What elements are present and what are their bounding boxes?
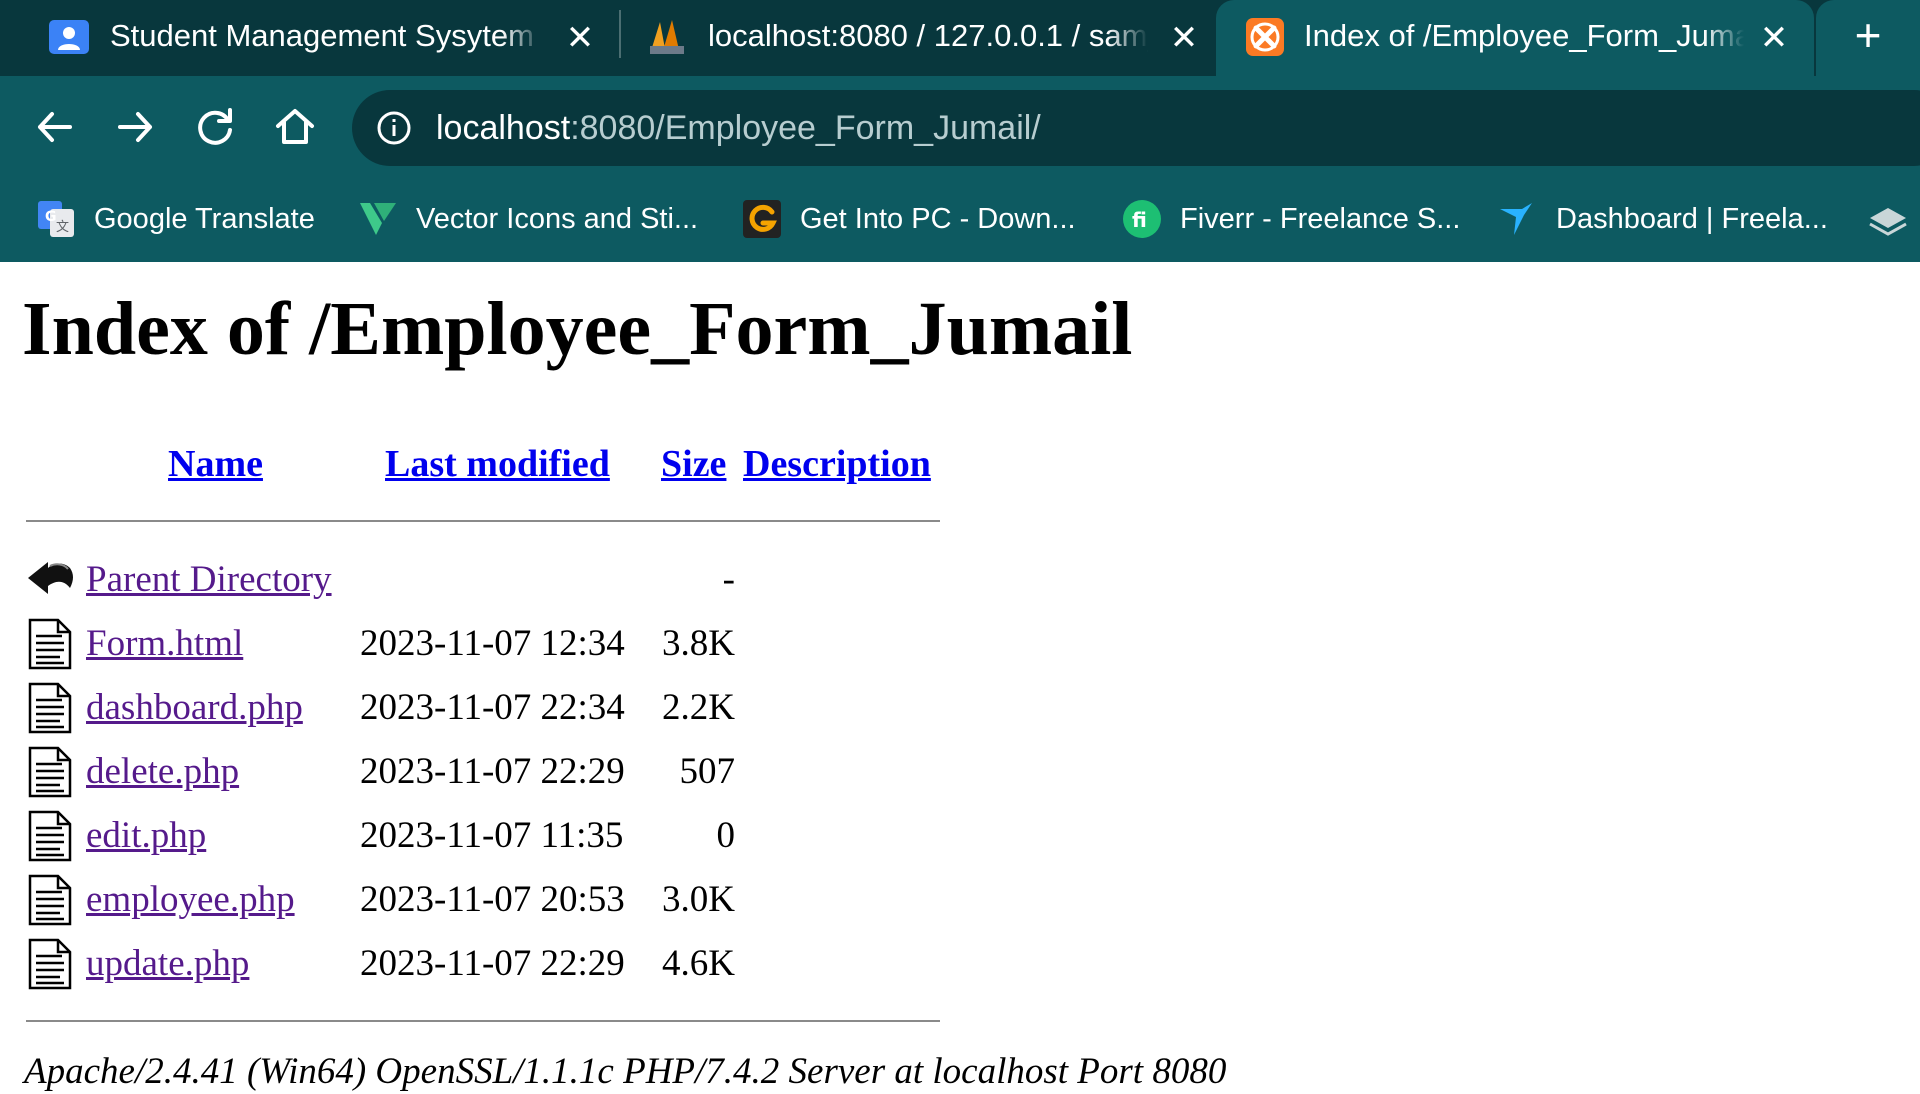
directory-listing-page: Index of /Employee_Form_Jumail Name Last… xyxy=(0,262,1920,1092)
bookmark-vector-icons[interactable]: Vector Icons and Sti... xyxy=(358,196,698,242)
sort-by-last-modified-link[interactable]: Last modified xyxy=(385,442,610,486)
tab-phpmyadmin[interactable]: localhost:8080 / 127.0.0.1 / sam_ ✕ xyxy=(622,0,1214,76)
file-modified: 2023-11-07 12:34 xyxy=(360,623,625,664)
server-signature: Apache/2.4.41 (Win64) OpenSSL/1.1.1c PHP… xyxy=(24,1051,1227,1092)
back-folder-icon xyxy=(28,562,73,594)
tab-index-employee-form[interactable]: Index of /Employee_Form_Jumail ✕ xyxy=(1216,0,1814,76)
bookmarks-overflow-icon[interactable] xyxy=(1866,198,1910,242)
freelancer-icon xyxy=(1500,203,1532,235)
new-tab-button[interactable]: + xyxy=(1816,0,1920,76)
bookmarks-bar: G 文 Google Translate Vector Icons and St… xyxy=(0,176,1920,262)
bookmark-label: Google Translate xyxy=(94,202,315,235)
file-size: 3.8K xyxy=(662,623,735,664)
bookmark-label: Get Into PC - Down... xyxy=(800,202,1076,235)
file-modified: 2023-11-07 11:35 xyxy=(360,815,624,856)
student-app-icon xyxy=(49,20,89,54)
info-icon[interactable] xyxy=(376,110,412,146)
bookmark-google-translate[interactable]: G 文 Google Translate xyxy=(36,196,315,242)
file-modified: 2023-11-07 22:34 xyxy=(360,687,625,728)
reload-icon[interactable] xyxy=(188,100,242,154)
url-text[interactable]: localhost:8080/Employee_Form_Jumail/ xyxy=(436,108,1041,148)
text-file-icon xyxy=(28,874,72,926)
tab-student-management[interactable]: Student Management Sysytem - ✕ xyxy=(0,0,614,76)
file-link[interactable]: dashboard.php xyxy=(86,686,303,730)
file-size: 3.0K xyxy=(662,879,735,920)
tab-title: Student Management Sysytem - xyxy=(110,14,542,58)
phpmyadmin-icon xyxy=(650,20,684,54)
sort-by-size-link[interactable]: Size xyxy=(661,442,726,486)
bookmark-label: Fiverr - Freelance S... xyxy=(1180,202,1461,235)
browser-chrome: Student Management Sysytem - ✕ localhost… xyxy=(0,0,1920,262)
list-item: Form.html 2023-11-07 12:34 3.8K xyxy=(0,614,1000,674)
file-modified: 2023-11-07 20:53 xyxy=(360,879,625,920)
svg-text:G: G xyxy=(45,209,57,225)
getintopc-icon xyxy=(743,200,781,238)
file-modified: 2023-11-07 22:29 xyxy=(360,943,625,984)
file-size: 507 xyxy=(679,751,736,792)
file-size: 2.2K xyxy=(662,687,735,728)
url-path: :8080/Employee_Form_Jumail/ xyxy=(570,109,1041,147)
file-link[interactable]: Form.html xyxy=(86,622,243,666)
file-size: 0 xyxy=(716,815,736,856)
divider xyxy=(26,520,940,522)
bookmark-label: Dashboard | Freela... xyxy=(1556,202,1828,235)
list-item: Parent Directory - xyxy=(0,550,1000,610)
tab-title: localhost:8080 / 127.0.0.1 / sam_ xyxy=(708,14,1148,58)
file-link[interactable]: delete.php xyxy=(86,750,239,794)
text-file-icon xyxy=(28,810,72,862)
forward-arrow-icon[interactable] xyxy=(108,100,162,154)
svg-text:文: 文 xyxy=(56,220,69,235)
vector-icons-icon xyxy=(360,203,396,235)
text-file-icon xyxy=(28,746,72,798)
file-size: - xyxy=(722,559,735,600)
list-item: dashboard.php 2023-11-07 22:34 2.2K xyxy=(0,678,1000,738)
file-modified: 2023-11-07 22:29 xyxy=(360,751,625,792)
divider xyxy=(26,1020,940,1022)
tab-separator xyxy=(619,10,621,58)
bookmark-getintopc[interactable]: Get Into PC - Down... xyxy=(742,196,1076,242)
file-link[interactable]: employee.php xyxy=(86,878,295,922)
file-link[interactable]: Parent Directory xyxy=(86,558,332,602)
close-icon[interactable]: ✕ xyxy=(560,18,600,58)
xampp-icon xyxy=(1246,18,1284,56)
page-title: Index of /Employee_Form_Jumail xyxy=(22,287,1133,371)
text-file-icon xyxy=(28,682,72,734)
file-size: 4.6K xyxy=(662,943,735,984)
file-link[interactable]: update.php xyxy=(86,942,249,986)
google-translate-icon: G 文 xyxy=(38,201,74,237)
tab-title: Index of /Employee_Form_Jumail xyxy=(1304,14,1744,58)
tab-strip: Student Management Sysytem - ✕ localhost… xyxy=(0,0,1920,76)
list-item: delete.php 2023-11-07 22:29 507 xyxy=(0,742,1000,802)
list-item: update.php 2023-11-07 22:29 4.6K xyxy=(0,934,1000,994)
sort-by-description-link[interactable]: Description xyxy=(743,442,931,486)
address-bar[interactable]: localhost:8080/Employee_Form_Jumail/ xyxy=(352,90,1920,166)
home-icon[interactable] xyxy=(268,100,322,154)
list-item: employee.php 2023-11-07 20:53 3.0K xyxy=(0,870,1000,930)
sort-by-name-link[interactable]: Name xyxy=(168,442,263,486)
fiverr-icon: fi xyxy=(1123,200,1161,238)
list-item: edit.php 2023-11-07 11:35 0 xyxy=(0,806,1000,866)
bookmark-freelancer[interactable]: Dashboard | Freela... xyxy=(1498,196,1828,242)
back-arrow-icon[interactable] xyxy=(28,100,82,154)
bookmark-label: Vector Icons and Sti... xyxy=(416,202,699,235)
url-host: localhost xyxy=(436,109,571,147)
text-file-icon xyxy=(28,938,72,990)
file-link[interactable]: edit.php xyxy=(86,814,206,858)
browser-toolbar: localhost:8080/Employee_Form_Jumail/ xyxy=(0,76,1920,176)
close-icon[interactable]: ✕ xyxy=(1164,18,1204,58)
bookmark-fiverr[interactable]: fi Fiverr - Freelance S... xyxy=(1122,196,1460,242)
svg-text:fi: fi xyxy=(1132,208,1147,232)
text-file-icon xyxy=(28,618,72,670)
close-icon[interactable]: ✕ xyxy=(1754,18,1794,58)
